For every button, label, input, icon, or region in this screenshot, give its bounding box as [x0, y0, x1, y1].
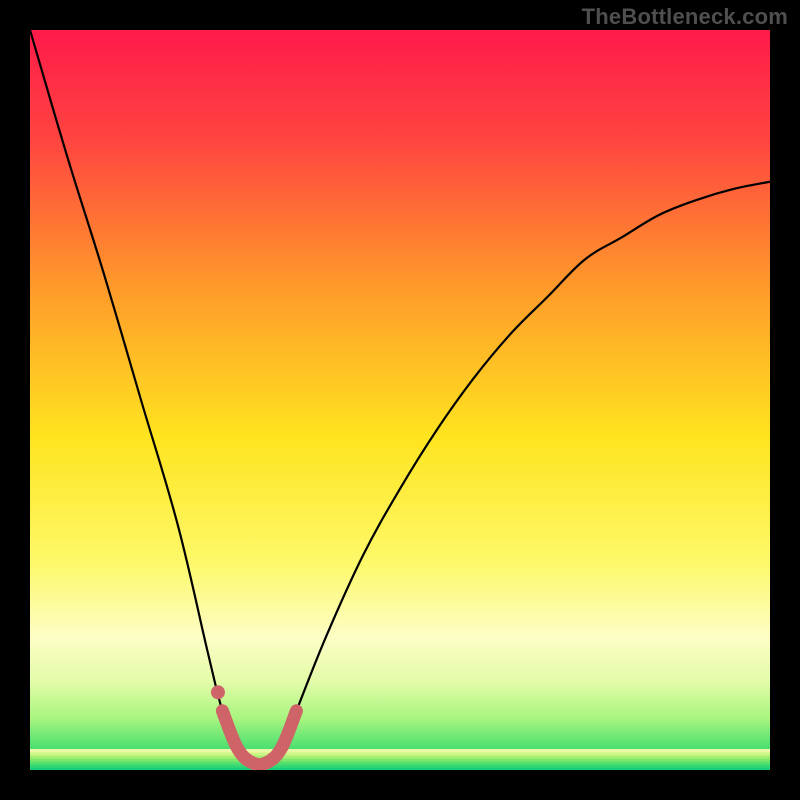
plot-area: [30, 30, 770, 770]
highlight-dot-icon: [211, 685, 225, 699]
chart-frame: TheBottleneck.com: [0, 0, 800, 800]
bottleneck-chart: [30, 30, 770, 770]
green-band: [30, 749, 770, 770]
watermark-text: TheBottleneck.com: [582, 4, 788, 30]
